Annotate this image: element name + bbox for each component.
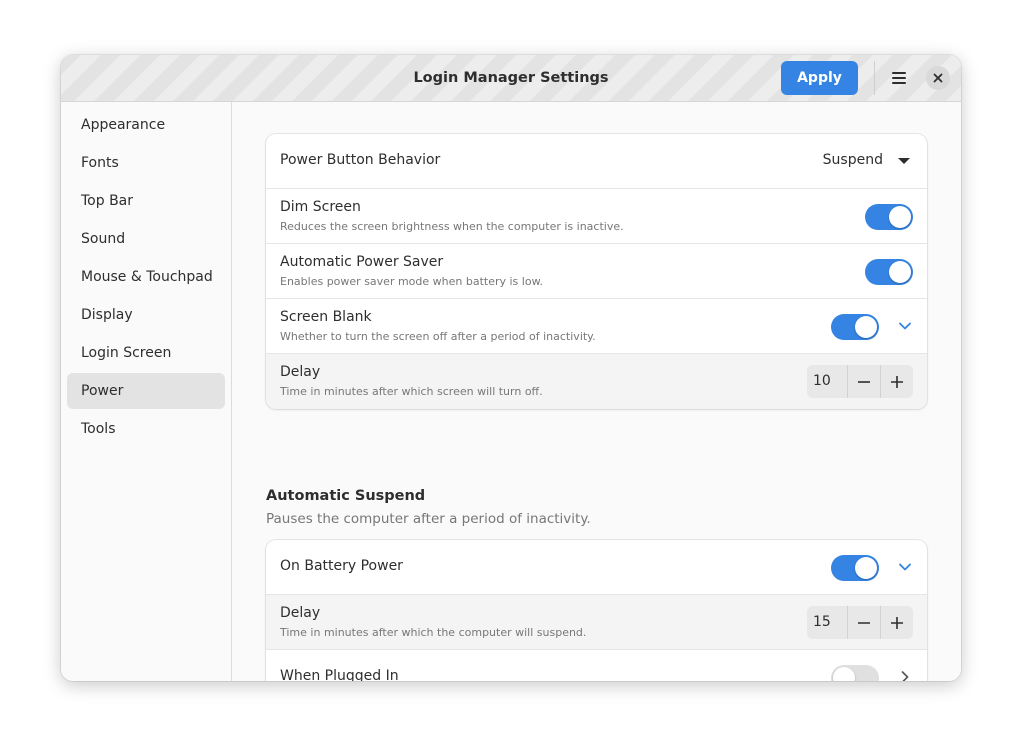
sidebar-item-top-bar[interactable]: Top Bar bbox=[67, 183, 225, 219]
dim-screen-toggle[interactable] bbox=[865, 204, 913, 230]
plugged-in-toggle[interactable] bbox=[831, 665, 879, 681]
screen-blank-toggle[interactable] bbox=[831, 314, 879, 340]
power-saver-label: Automatic Power Saver bbox=[280, 254, 444, 270]
plus-icon[interactable] bbox=[880, 365, 913, 398]
plus-icon[interactable] bbox=[880, 606, 913, 639]
sidebar-item-appearance[interactable]: Appearance bbox=[67, 107, 225, 143]
battery-power-toggle[interactable] bbox=[831, 555, 879, 581]
auto-suspend-subtitle: Pauses the computer after a period of in… bbox=[266, 511, 591, 527]
battery-delay-row: Delay Time in minutes after which the co… bbox=[266, 595, 927, 650]
screen-blank-label: Screen Blank bbox=[280, 309, 372, 325]
battery-delay-label: Delay bbox=[280, 605, 321, 621]
auto-suspend-card: On Battery Power Delay Time in minutes a… bbox=[266, 540, 927, 681]
power-button-row[interactable]: Power Button Behavior Suspend bbox=[266, 134, 927, 189]
sidebar-item-tools[interactable]: Tools bbox=[67, 411, 225, 447]
power-saver-toggle[interactable] bbox=[865, 259, 913, 285]
main-content: Power Button Behavior Suspend Dim Screen… bbox=[232, 102, 961, 681]
header-bar: Login Manager Settings Apply bbox=[61, 55, 961, 102]
power-settings-card: Power Button Behavior Suspend Dim Screen… bbox=[266, 134, 927, 409]
sidebar-item-power[interactable]: Power bbox=[67, 373, 225, 409]
screen-blank-delay-description: Time in minutes after which screen will … bbox=[280, 385, 543, 398]
dim-screen-label: Dim Screen bbox=[280, 199, 361, 215]
plugged-in-row[interactable]: When Plugged In bbox=[266, 650, 927, 681]
plugged-in-label: When Plugged In bbox=[280, 668, 399, 681]
sidebar-item-sound[interactable]: Sound bbox=[67, 221, 225, 257]
battery-delay-value[interactable]: 15 bbox=[807, 606, 847, 639]
power-saver-row: Automatic Power Saver Enables power save… bbox=[266, 244, 927, 299]
battery-power-row[interactable]: On Battery Power bbox=[266, 540, 927, 595]
apply-button[interactable]: Apply bbox=[781, 61, 858, 95]
settings-window: Login Manager Settings Apply Appearance … bbox=[61, 55, 961, 681]
power-button-label: Power Button Behavior bbox=[280, 152, 441, 168]
screen-blank-delay-stepper: 10 bbox=[807, 365, 913, 398]
sidebar-item-display[interactable]: Display bbox=[67, 297, 225, 333]
minus-icon[interactable] bbox=[847, 606, 880, 639]
dim-screen-description: Reduces the screen brightness when the c… bbox=[280, 220, 624, 233]
hamburger-menu-icon[interactable] bbox=[884, 63, 914, 93]
close-icon[interactable] bbox=[926, 66, 950, 90]
power-saver-description: Enables power saver mode when battery is… bbox=[280, 275, 544, 288]
sidebar-item-fonts[interactable]: Fonts bbox=[67, 145, 225, 181]
sidebar-item-login-screen[interactable]: Login Screen bbox=[67, 335, 225, 371]
screen-blank-delay-value[interactable]: 10 bbox=[807, 365, 847, 398]
triangle-down-icon[interactable] bbox=[898, 158, 910, 164]
screen-blank-delay-row: Delay Time in minutes after which screen… bbox=[266, 354, 927, 409]
auto-suspend-title: Automatic Suspend bbox=[266, 488, 426, 504]
sidebar: Appearance Fonts Top Bar Sound Mouse & T… bbox=[61, 102, 232, 681]
dim-screen-row: Dim Screen Reduces the screen brightness… bbox=[266, 189, 927, 244]
chevron-right-icon[interactable] bbox=[897, 669, 913, 681]
minus-icon[interactable] bbox=[847, 365, 880, 398]
chevron-down-icon[interactable] bbox=[897, 559, 913, 575]
header-separator bbox=[874, 61, 875, 95]
power-button-value[interactable]: Suspend bbox=[823, 152, 883, 168]
battery-delay-stepper: 15 bbox=[807, 606, 913, 639]
chevron-down-icon[interactable] bbox=[897, 318, 913, 334]
sidebar-item-mouse-touchpad[interactable]: Mouse & Touchpad bbox=[67, 259, 225, 295]
battery-delay-description: Time in minutes after which the computer… bbox=[280, 626, 587, 639]
screen-blank-row[interactable]: Screen Blank Whether to turn the screen … bbox=[266, 299, 927, 354]
battery-power-label: On Battery Power bbox=[280, 558, 403, 574]
screen-blank-delay-label: Delay bbox=[280, 364, 321, 380]
screen-blank-description: Whether to turn the screen off after a p… bbox=[280, 330, 596, 343]
